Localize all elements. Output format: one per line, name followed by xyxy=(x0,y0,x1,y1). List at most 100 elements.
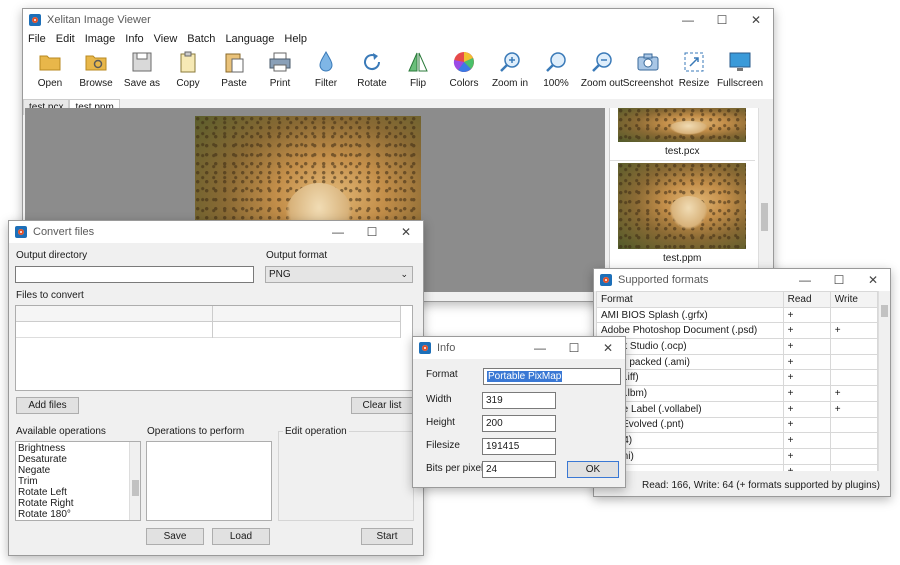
menu-view[interactable]: View xyxy=(149,31,183,47)
start-button[interactable]: Start xyxy=(361,528,413,545)
maximize-icon[interactable]: ☐ xyxy=(557,341,591,355)
maximize-icon[interactable]: ☐ xyxy=(355,225,389,239)
minimize-icon[interactable]: — xyxy=(523,341,557,355)
flip-button[interactable]: Flip xyxy=(395,47,441,99)
header-read[interactable]: Read xyxy=(782,291,831,308)
list-item[interactable]: Trim xyxy=(18,476,128,487)
minimize-icon[interactable]: — xyxy=(788,273,822,287)
info-title-bar[interactable]: Info — ☐ ✕ xyxy=(413,337,625,359)
save-as-button[interactable]: Save as xyxy=(119,47,165,99)
colors-button[interactable]: Colors xyxy=(441,47,487,99)
menu-info[interactable]: Info xyxy=(120,31,148,47)
filter-button[interactable]: Filter xyxy=(303,47,349,99)
files-to-convert-label: Files to convert xyxy=(16,290,84,301)
convert-window: Convert files — ☐ ✕ Output directory Out… xyxy=(8,220,424,556)
table-row[interactable]: .BM (.iff)+ xyxy=(596,369,879,387)
main-title-bar[interactable]: Xelitan Image Viewer — ☐ ✕ xyxy=(23,9,773,31)
fullscreen-button[interactable]: Fullscreen xyxy=(717,47,763,99)
files-list[interactable] xyxy=(15,305,413,391)
screenshot-button[interactable]: Screenshot xyxy=(623,47,673,99)
zoom-100-button[interactable]: 100% xyxy=(533,47,579,99)
cell-write: + xyxy=(829,385,879,402)
table-row[interactable]: ll (.4mi)+ xyxy=(596,447,879,465)
copy-button[interactable]: Copy xyxy=(165,47,211,99)
scrollbar-thumb[interactable] xyxy=(881,305,888,317)
list-item[interactable]: Rotate Right xyxy=(18,498,128,509)
thumbnail-image-ppm[interactable] xyxy=(618,163,746,249)
operations-scrollbar[interactable] xyxy=(129,442,140,520)
table-row[interactable]: AMI BIOS Splash (.grfx) + xyxy=(596,306,879,324)
menu-help[interactable]: Help xyxy=(279,31,312,47)
output-directory-input[interactable] xyxy=(15,266,254,283)
close-icon[interactable]: ✕ xyxy=(389,225,423,239)
format-field[interactable]: Portable PixMap xyxy=(483,368,621,385)
maximize-icon[interactable]: ☐ xyxy=(822,273,856,287)
list-item[interactable]: Desaturate xyxy=(18,454,128,465)
drop-icon xyxy=(319,50,333,72)
cell-read: + xyxy=(782,306,831,324)
width-field[interactable]: 319 xyxy=(482,392,556,409)
add-files-button[interactable]: Add files xyxy=(16,397,79,414)
list-item[interactable]: Brightness xyxy=(18,443,128,454)
minimize-icon[interactable]: — xyxy=(321,225,355,239)
formats-scrollbar[interactable] xyxy=(878,291,890,471)
list-item[interactable]: Negate xyxy=(18,465,128,476)
printer-icon xyxy=(269,52,291,72)
resize-icon xyxy=(684,52,704,72)
formats-title-bar[interactable]: Supported formats — ☐ ✕ xyxy=(594,269,890,291)
cell-read: + xyxy=(782,322,831,340)
cell-read: + xyxy=(782,353,831,371)
menu-language[interactable]: Language xyxy=(220,31,279,47)
table-row[interactable]: .BM (.lbm)++ xyxy=(596,385,879,402)
filesize-field[interactable]: 191415 xyxy=(482,438,556,455)
table-row[interactable]: olume Label (.vollabel) + + xyxy=(596,400,879,418)
available-operations-list[interactable]: Brightness Desaturate Negate Trim Rotate Lef… xyxy=(15,441,141,521)
browse-button[interactable]: Browse xyxy=(73,47,119,99)
table-row[interactable]: ed Art Studio (.ocp) + xyxy=(596,338,879,355)
resize-button[interactable]: Resize xyxy=(671,47,717,99)
table-row[interactable]: Adobe Photoshop Document (.psd) + + xyxy=(596,322,879,340)
table-row[interactable]: Paint, packed (.ami) + xyxy=(596,353,879,371)
zoom-out-button[interactable]: Zoom out xyxy=(579,47,625,99)
scrollbar-thumb[interactable] xyxy=(761,203,768,231)
files-list-header xyxy=(16,306,400,322)
maximize-icon[interactable]: ☐ xyxy=(705,13,739,27)
output-format-select[interactable]: PNG ⌄ xyxy=(265,266,413,283)
paste-button[interactable]: Paste xyxy=(211,47,257,99)
menu-image[interactable]: Image xyxy=(80,31,121,47)
close-icon[interactable]: ✕ xyxy=(739,13,773,27)
clear-list-button[interactable]: Clear list xyxy=(351,397,413,414)
list-item[interactable]: Rotate Left xyxy=(18,487,128,498)
zoom-in-icon xyxy=(500,52,520,72)
table-row[interactable]: l (.a64)+ xyxy=(596,432,879,449)
files-list-row[interactable] xyxy=(16,322,400,338)
convert-title-bar[interactable]: Convert files — ☐ ✕ xyxy=(9,221,423,243)
window-title: Xelitan Image Viewer xyxy=(47,14,151,26)
header-format[interactable]: Format xyxy=(596,291,784,308)
open-button[interactable]: Open xyxy=(27,47,73,99)
print-button[interactable]: Print xyxy=(257,47,303,99)
list-item[interactable]: Rotate 180° xyxy=(18,509,128,520)
table-row[interactable]: + xyxy=(596,463,879,471)
thumbnail-image-pcx[interactable] xyxy=(618,108,746,142)
thumbnail-scrollbar[interactable] xyxy=(758,108,769,292)
close-icon[interactable]: ✕ xyxy=(591,341,625,355)
table-row[interactable]: rival Evolved (.pnt) + xyxy=(596,416,879,434)
rotate-button[interactable]: Rotate xyxy=(349,47,395,99)
zoom-in-button[interactable]: Zoom in xyxy=(487,47,533,99)
save-button[interactable]: Save xyxy=(146,528,204,545)
ok-button[interactable]: OK xyxy=(567,461,619,478)
minimize-icon[interactable]: — xyxy=(671,13,705,27)
load-button[interactable]: Load xyxy=(212,528,270,545)
bits-per-pixel-field[interactable]: 24 xyxy=(482,461,556,478)
header-write[interactable]: Write xyxy=(829,291,879,308)
menu-edit[interactable]: Edit xyxy=(51,31,80,47)
cell-write xyxy=(829,463,879,471)
cell-read: + xyxy=(782,416,831,434)
operations-to-perform-list[interactable] xyxy=(146,441,272,521)
close-icon[interactable]: ✕ xyxy=(856,273,890,287)
menu-file[interactable]: File xyxy=(23,31,51,47)
menu-batch[interactable]: Batch xyxy=(182,31,220,47)
height-field[interactable]: 200 xyxy=(482,415,556,432)
scrollbar-thumb[interactable] xyxy=(132,480,139,496)
